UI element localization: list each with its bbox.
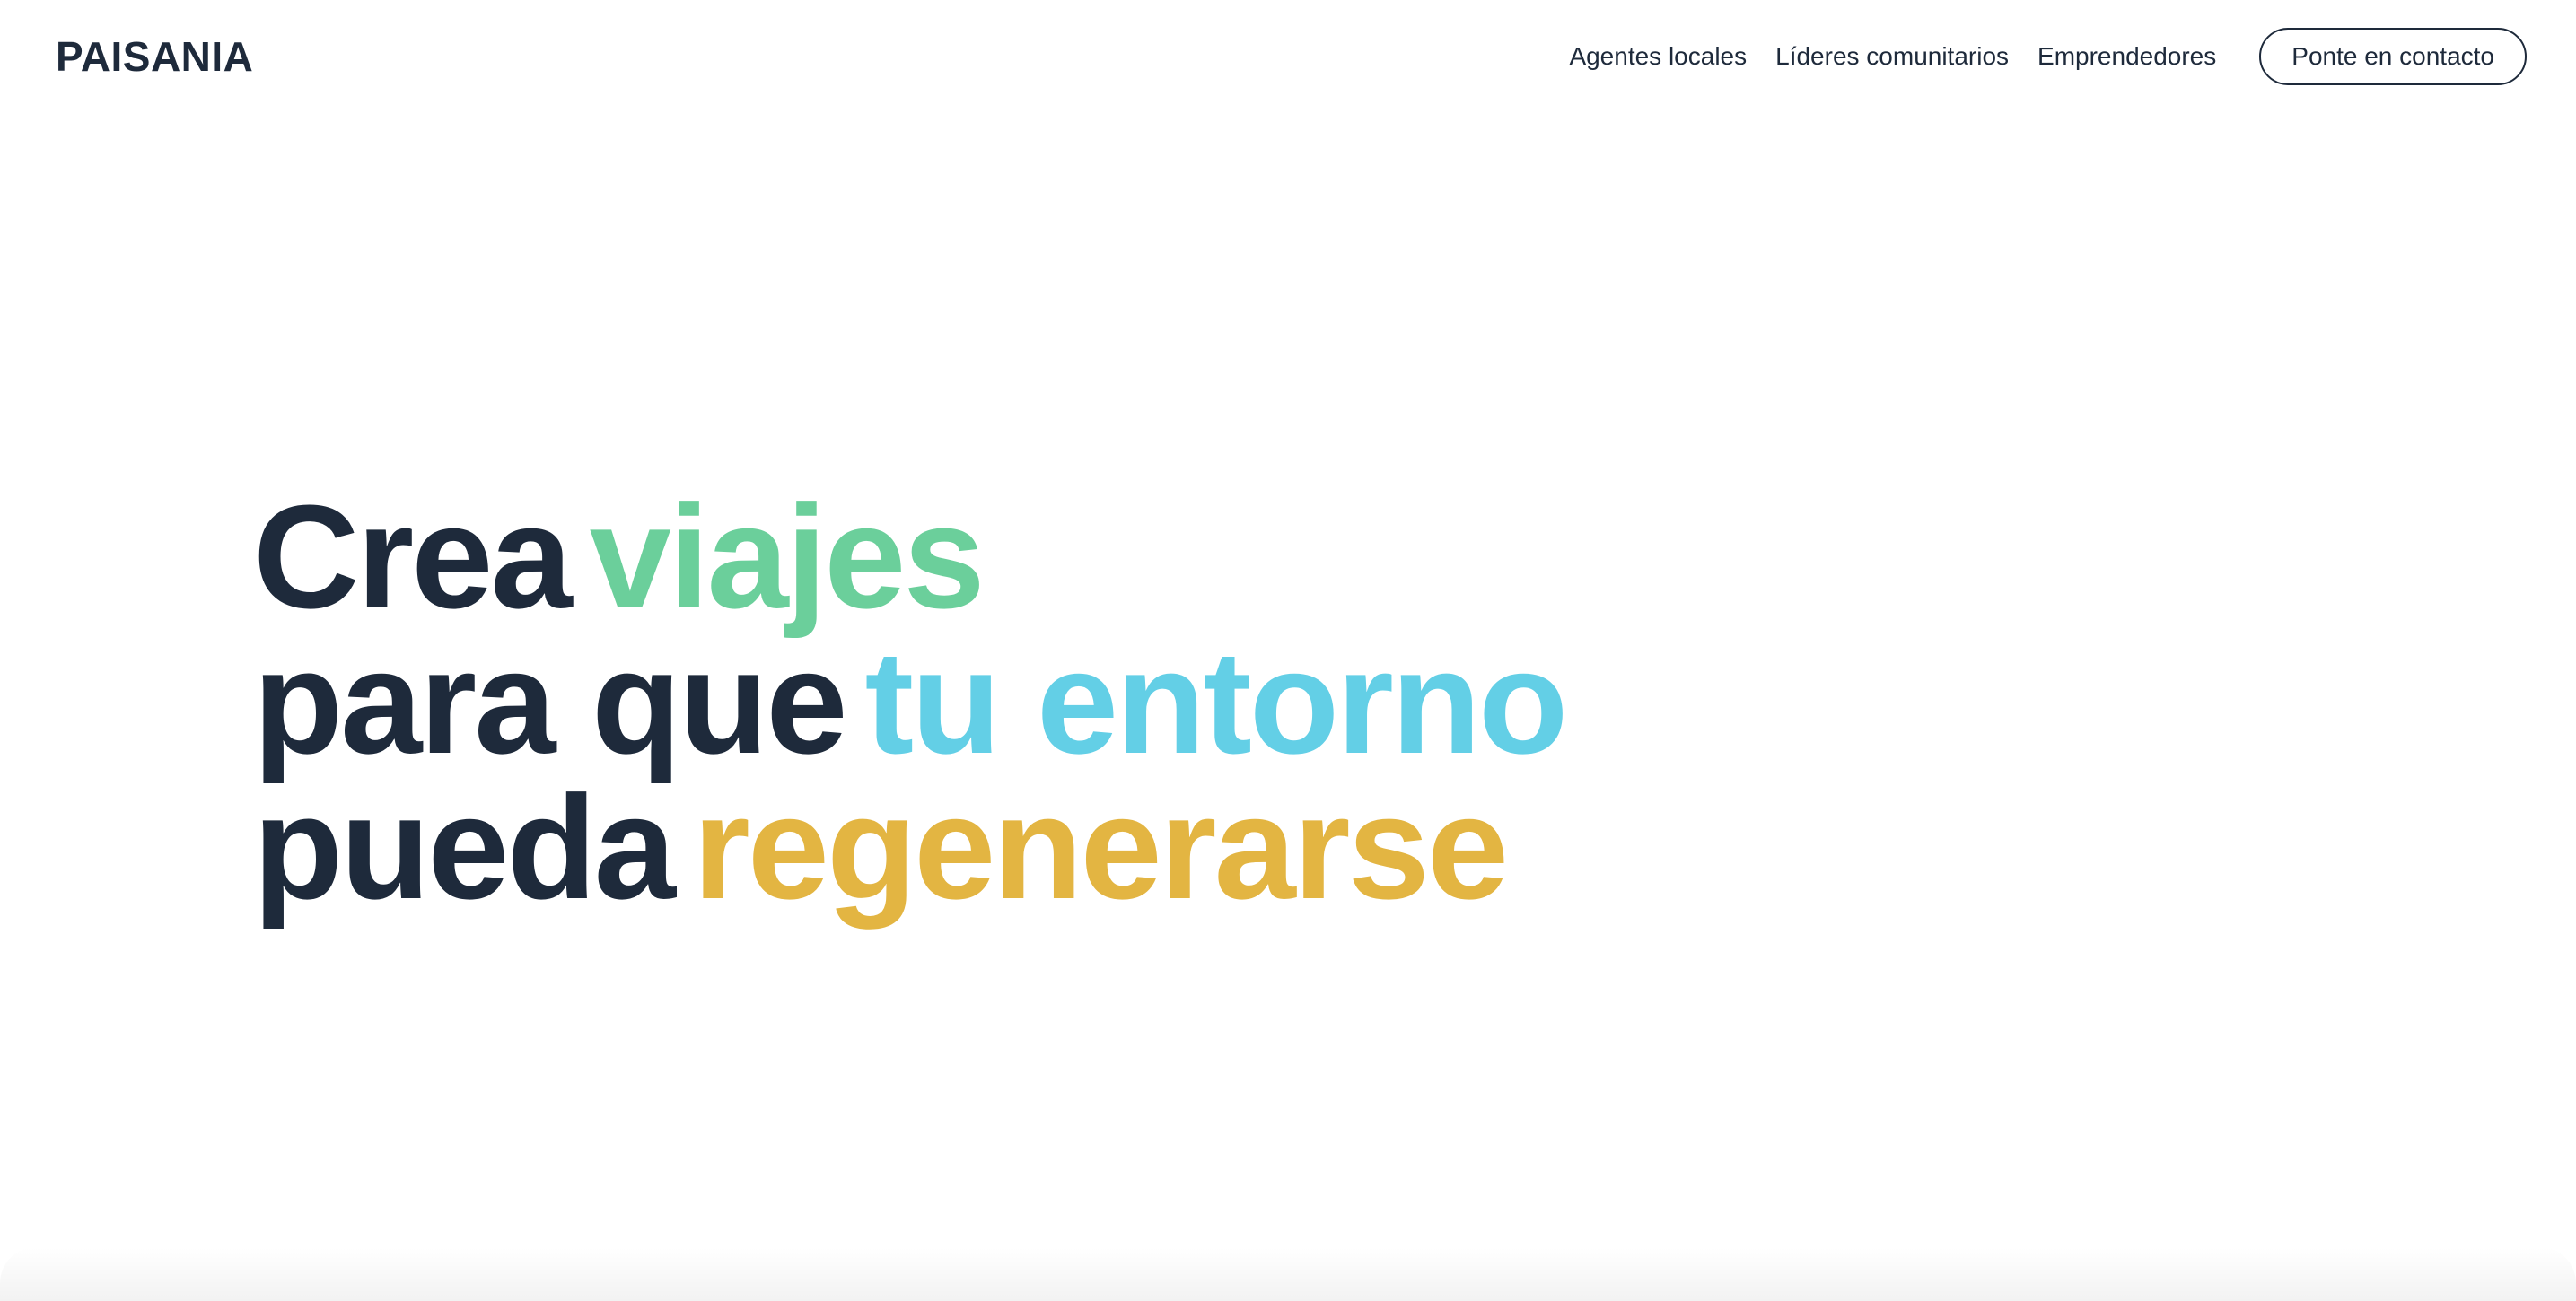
next-section-edge: [0, 1247, 2576, 1301]
hero-line-1-highlight: viajes: [589, 475, 986, 639]
site-logo[interactable]: PAISANIA: [56, 31, 253, 83]
hero-line-3-lead: pueda: [253, 765, 676, 930]
hero-line-2: para que tu entorno: [253, 629, 1568, 776]
hero-line-1-lead: Crea: [253, 475, 573, 639]
main-nav: Agentes locales Líderes comunitarios Emp…: [1569, 27, 2527, 86]
hero-line-3-highlight: regenerarse: [692, 765, 1509, 930]
hero-line-1: Crea viajes: [253, 484, 1565, 631]
nav-link-emprendedores[interactable]: Emprendedores: [2037, 42, 2216, 71]
hero-headline: Crea viajes para que tu entorno pueda regen…: [253, 484, 1568, 921]
contact-button[interactable]: Ponte en contacto: [2259, 28, 2527, 85]
hero-line-2-highlight: tu entorno: [864, 620, 1569, 784]
hero-line-2-lead: para que: [253, 620, 848, 784]
nav-link-agentes-locales[interactable]: Agentes locales: [1569, 42, 1747, 71]
nav-link-lideres-comunitarios[interactable]: Líderes comunitarios: [1775, 42, 2009, 71]
site-header: PAISANIA Agentes locales Líderes comunit…: [0, 0, 2576, 113]
hero-line-3: pueda regenerarse: [253, 774, 1565, 921]
